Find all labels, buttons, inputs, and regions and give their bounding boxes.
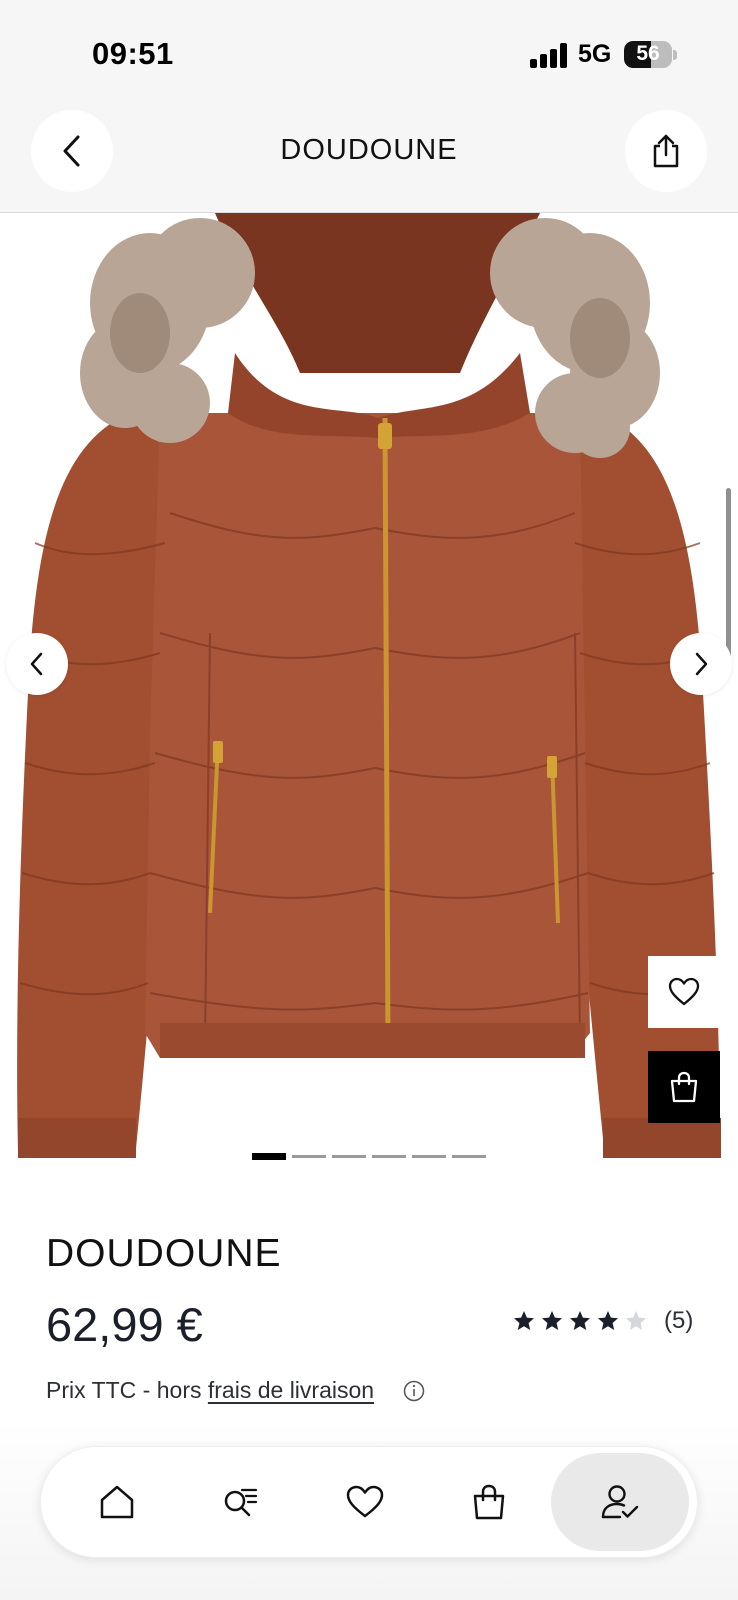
shipping-link[interactable]: frais de livraison	[208, 1377, 374, 1403]
share-icon	[653, 134, 679, 168]
nav-cart[interactable]	[427, 1447, 551, 1557]
heart-icon	[668, 977, 700, 1006]
battery-level: 56	[636, 42, 660, 65]
chevron-left-icon	[30, 652, 43, 676]
share-button[interactable]	[625, 110, 707, 192]
next-image-button[interactable]	[670, 633, 732, 695]
heart-icon	[346, 1485, 384, 1518]
nav-wishlist[interactable]	[303, 1447, 427, 1557]
star-icon	[598, 1311, 618, 1330]
rating-count: (5)	[664, 1307, 694, 1334]
pagination-dot[interactable]	[372, 1155, 406, 1158]
bag-icon	[473, 1484, 505, 1520]
product-page: 09:51 5G 56 DOUDOUNE DOUDOUNE 62,99 € (5…	[0, 0, 738, 1600]
price-note: Prix TTC - hors frais de livraison	[46, 1377, 374, 1404]
battery-tip	[673, 50, 677, 60]
star-icon	[626, 1311, 646, 1330]
header: DOUDOUNE	[0, 100, 738, 213]
price-note-text: Prix TTC - hors	[46, 1377, 208, 1403]
info-icon[interactable]	[403, 1380, 425, 1402]
star-icon	[514, 1311, 534, 1330]
nav-account[interactable]	[551, 1453, 689, 1551]
product-rating[interactable]: (5)	[512, 1307, 693, 1335]
home-icon	[100, 1485, 134, 1519]
pagination-dot[interactable]	[412, 1155, 446, 1158]
add-to-cart-button[interactable]	[648, 1051, 720, 1123]
account-check-icon	[601, 1485, 639, 1519]
battery-icon: 56	[624, 41, 672, 68]
pagination-dot[interactable]	[452, 1155, 486, 1158]
network-label: 5G	[578, 40, 612, 68]
bag-icon	[670, 1071, 698, 1103]
status-time: 09:51	[92, 36, 174, 71]
pagination-dot[interactable]	[332, 1155, 366, 1158]
gallery-pagination	[252, 1153, 486, 1161]
chevron-right-icon	[695, 652, 708, 676]
rating-stars	[512, 1309, 652, 1333]
nav-home[interactable]	[55, 1447, 179, 1557]
product-image	[17, 213, 721, 1158]
product-gallery[interactable]	[0, 213, 738, 1213]
pagination-dot[interactable]	[252, 1153, 286, 1160]
star-icon	[570, 1311, 590, 1330]
status-bar: 09:51 5G 56	[0, 0, 738, 100]
product-title: DOUDOUNE	[46, 1232, 282, 1275]
signal-icon	[530, 42, 570, 68]
search-list-icon	[224, 1488, 258, 1517]
previous-image-button[interactable]	[6, 633, 68, 695]
product-price: 62,99 €	[46, 1298, 203, 1351]
scroll-indicator[interactable]	[726, 488, 731, 668]
star-icon	[542, 1311, 562, 1330]
add-to-wishlist-button[interactable]	[648, 956, 720, 1028]
bottom-navigation	[40, 1446, 698, 1558]
pagination-dot[interactable]	[292, 1155, 326, 1158]
nav-search[interactable]	[179, 1447, 303, 1557]
